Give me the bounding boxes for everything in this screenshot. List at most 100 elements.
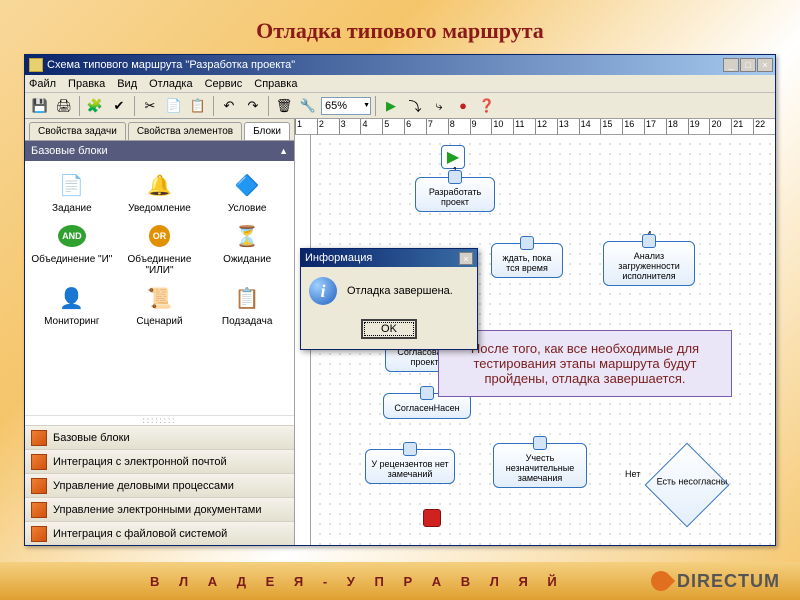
tab-element-properties[interactable]: Свойства элементов — [128, 122, 242, 140]
palette-item-label: Условие — [228, 203, 267, 214]
palette-item-icon: 🔔 — [143, 169, 175, 201]
dialog-close-button[interactable]: × — [459, 252, 473, 265]
palette-item-2[interactable]: 🔷 Условие — [204, 169, 290, 214]
palette-item-icon: 📜 — [143, 282, 175, 314]
palette-section-1[interactable]: Интеграция с электронной почтой — [25, 449, 294, 473]
validate-button[interactable]: ✔ — [108, 95, 130, 117]
dialog-title: Информация — [305, 252, 372, 264]
menu-service[interactable]: Сервис — [205, 78, 243, 90]
info-dialog: Информация × i Отладка завершена. OK — [300, 248, 478, 350]
palette-item-1[interactable]: 🔔Уведомление — [117, 169, 203, 214]
menu-debug[interactable]: Отладка — [149, 78, 192, 90]
palette-section-0[interactable]: Базовые блоки — [25, 425, 294, 449]
palette-item-icon: AND — [56, 220, 88, 252]
flow-node-1[interactable]: ждать, пока тся время — [491, 243, 563, 278]
decision-label: Есть несогласны — [652, 476, 732, 486]
section-label: Интеграция с электронной почтой — [53, 456, 227, 468]
palette-section-3[interactable]: Управление электронными документами — [25, 497, 294, 521]
stop-node[interactable] — [423, 509, 441, 527]
info-icon: i — [309, 277, 337, 305]
menu-file[interactable]: Файл — [29, 78, 56, 90]
logo-icon — [647, 567, 675, 595]
paste-button[interactable]: 📋 — [187, 95, 209, 117]
palette-item-icon: OR — [143, 220, 175, 252]
ruler-tick: 1 — [295, 119, 317, 134]
palette-item-label: Сценарий — [136, 316, 182, 327]
print-button[interactable]: 🖨 — [53, 95, 75, 117]
redo-button[interactable]: ↷ — [242, 95, 264, 117]
save-button[interactable]: 💾 — [29, 95, 51, 117]
close-button[interactable]: × — [757, 58, 773, 72]
undo-button[interactable]: ↶ — [218, 95, 240, 117]
menu-view[interactable]: Вид — [117, 78, 137, 90]
ok-button[interactable]: OK — [361, 319, 417, 339]
dialog-message: Отладка завершена. — [347, 285, 453, 297]
run-button[interactable]: ▶ — [380, 95, 402, 117]
palette-item-label: Объединение "ИЛИ" — [117, 254, 203, 276]
cube-icon — [31, 430, 47, 446]
node-icon — [403, 442, 417, 456]
palette-item-4[interactable]: ORОбъединение "ИЛИ" — [117, 220, 203, 276]
ruler-tick: 9 — [470, 119, 492, 134]
help-button[interactable]: ❓ — [476, 95, 498, 117]
ruler-tick: 17 — [644, 119, 666, 134]
brand-logo: DIRECTUM — [651, 571, 780, 592]
palette-section-4[interactable]: Интеграция с файловой системой — [25, 521, 294, 545]
flow-node-6[interactable]: Учесть незначительные замечания — [493, 443, 587, 488]
node-label: Разработать проект — [419, 188, 491, 208]
dialog-titlebar: Информация × — [301, 249, 477, 267]
breakpoint-button[interactable]: ● — [452, 95, 474, 117]
node-label: Учесть незначительные замечания — [497, 454, 583, 484]
palette-item-5[interactable]: ⏳Ожидание — [204, 220, 290, 276]
palette-item-label: Мониторинг — [44, 316, 99, 327]
menu-help[interactable]: Справка — [254, 78, 297, 90]
cut-button[interactable]: ✂ — [139, 95, 161, 117]
tab-task-properties[interactable]: Свойства задачи — [29, 122, 126, 140]
menubar: Файл Правка Вид Отладка Сервис Справка — [25, 75, 775, 93]
flow-node-5[interactable]: У рецензентов нет замечаний — [365, 449, 455, 484]
route-button[interactable]: 🧩 — [84, 95, 106, 117]
palette-item-3[interactable]: AND Объединение "И" — [29, 220, 115, 276]
node-icon — [448, 170, 462, 184]
palette-item-8[interactable]: 📋Подзадача — [204, 282, 290, 327]
flow-node-2[interactable]: 4Анализ загруженности исполнителя — [603, 241, 695, 286]
ruler-tick: 21 — [731, 119, 753, 134]
step-into-button[interactable]: ⤷ — [428, 95, 450, 117]
palette-item-6[interactable]: 👤 Мониторинг — [29, 282, 115, 327]
palette-item-label: Объединение "И" — [31, 254, 112, 265]
palette-item-7[interactable]: 📜 Сценарий — [117, 282, 203, 327]
flow-node-0[interactable]: 1Разработать проект — [415, 177, 495, 212]
decision-node[interactable]: Есть несогласны — [645, 443, 730, 528]
cube-icon — [31, 454, 47, 470]
palette-item-icon: 📄 — [56, 169, 88, 201]
palette-item-icon: 🔷 — [231, 169, 263, 201]
palette-item-0[interactable]: 📄Задание — [29, 169, 115, 214]
copy-button[interactable]: 📄 — [163, 95, 185, 117]
palette-section-2[interactable]: Управление деловыми процессами — [25, 473, 294, 497]
zoom-select[interactable]: 65% ▼ — [321, 97, 371, 115]
toolbar-separator — [268, 96, 269, 116]
node-label: ждать, пока тся время — [495, 254, 559, 274]
menu-edit[interactable]: Правка — [68, 78, 105, 90]
ruler-tick: 16 — [622, 119, 644, 134]
window-title: Схема типового маршрута "Разработка прое… — [47, 59, 723, 71]
app-icon — [29, 58, 43, 72]
tab-blocks[interactable]: Блоки — [244, 122, 290, 140]
node-icon — [520, 236, 534, 250]
properties-button[interactable]: 🔧 — [297, 95, 319, 117]
delete-button[interactable]: 🗑 — [273, 95, 295, 117]
minimize-button[interactable]: _ — [723, 58, 739, 72]
step-over-button[interactable]: ⤵ — [404, 95, 426, 117]
ruler-tick: 6 — [404, 119, 426, 134]
ruler-tick: 8 — [448, 119, 470, 134]
palette-title: Базовые блоки — [31, 145, 108, 157]
maximize-button[interactable]: □ — [740, 58, 756, 72]
palette-sections: Базовые блоки Интеграция с электронной по… — [25, 425, 294, 545]
palette-item-icon: 👤 — [56, 282, 88, 314]
toolbar: 💾 🖨 🧩 ✔ ✂ 📄 📋 ↶ ↷ 🗑 🔧 65% ▼ ▶ ⤵ ⤷ ● ❓ — [25, 93, 775, 119]
window-titlebar: Схема типового маршрута "Разработка прое… — [25, 55, 775, 75]
chevron-up-icon[interactable]: ▲ — [279, 146, 288, 156]
section-label: Интеграция с файловой системой — [53, 528, 227, 540]
palette-grip[interactable]: :::::::: — [25, 415, 294, 425]
ruler-tick: 3 — [339, 119, 361, 134]
